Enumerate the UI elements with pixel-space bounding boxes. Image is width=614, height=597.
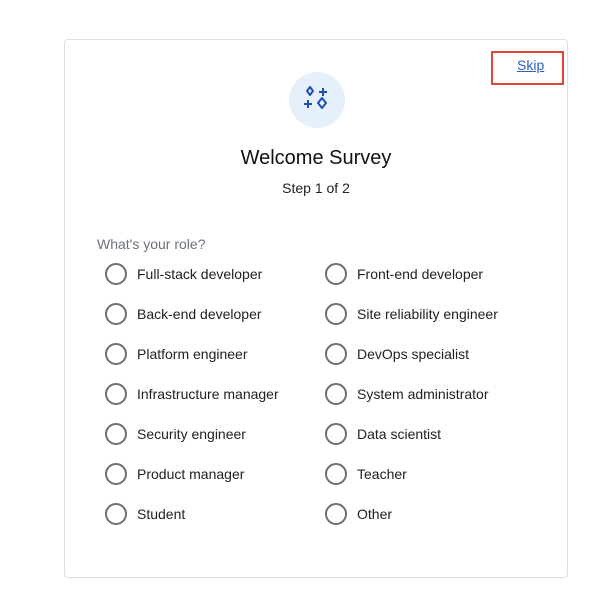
option-label: Full-stack developer (137, 266, 263, 282)
option-label: Security engineer (137, 426, 246, 442)
role-option-front-end-developer[interactable]: Front-end developer (325, 262, 545, 286)
option-label: Infrastructure manager (137, 386, 279, 402)
role-option-back-end-developer[interactable]: Back-end developer (105, 302, 325, 326)
role-option-infrastructure-manager[interactable]: Infrastructure manager (105, 382, 325, 406)
sparkles-icon-badge (289, 72, 345, 128)
role-option-data-scientist[interactable]: Data scientist (325, 422, 545, 446)
role-question-label: What's your role? (97, 236, 206, 252)
radio-button[interactable] (105, 423, 127, 445)
role-option-site-reliability-engineer[interactable]: Site reliability engineer (325, 302, 545, 326)
option-label: Teacher (357, 466, 407, 482)
radio-button[interactable] (105, 383, 127, 405)
option-label: Platform engineer (137, 346, 248, 362)
radio-button[interactable] (105, 303, 127, 325)
radio-button[interactable] (325, 343, 347, 365)
option-label: Student (137, 506, 186, 522)
role-options: Full-stack developer Front-end developer… (105, 262, 545, 542)
role-option-security-engineer[interactable]: Security engineer (105, 422, 325, 446)
role-option-full-stack-developer[interactable]: Full-stack developer (105, 262, 325, 286)
role-option-other[interactable]: Other (325, 502, 545, 526)
option-label: Site reliability engineer (357, 306, 498, 322)
option-label: Other (357, 506, 393, 522)
skip-link[interactable]: Skip (517, 56, 544, 74)
radio-button[interactable] (105, 503, 127, 525)
role-option-devops-specialist[interactable]: DevOps specialist (325, 342, 545, 366)
option-label: Product manager (137, 466, 245, 482)
page-title: Welcome Survey (240, 147, 392, 169)
radio-button[interactable] (105, 343, 127, 365)
radio-button[interactable] (325, 423, 347, 445)
role-option-system-administrator[interactable]: System administrator (325, 382, 545, 406)
radio-button[interactable] (105, 263, 127, 285)
radio-button[interactable] (325, 263, 347, 285)
option-label: DevOps specialist (357, 346, 470, 362)
radio-button[interactable] (325, 303, 347, 325)
role-option-platform-engineer[interactable]: Platform engineer (105, 342, 325, 366)
role-option-student[interactable]: Student (105, 502, 325, 526)
radio-button[interactable] (325, 503, 347, 525)
step-indicator: Step 1 of 2 (282, 180, 350, 196)
option-label: Back-end developer (137, 306, 262, 322)
option-label: Data scientist (357, 426, 442, 442)
option-label: System administrator (357, 386, 489, 402)
sparkles-icon (304, 86, 327, 109)
option-label: Front-end developer (357, 266, 484, 282)
role-option-product-manager[interactable]: Product manager (105, 462, 325, 486)
radio-button[interactable] (325, 463, 347, 485)
radio-button[interactable] (105, 463, 127, 485)
radio-button[interactable] (325, 383, 347, 405)
role-option-teacher[interactable]: Teacher (325, 462, 545, 486)
